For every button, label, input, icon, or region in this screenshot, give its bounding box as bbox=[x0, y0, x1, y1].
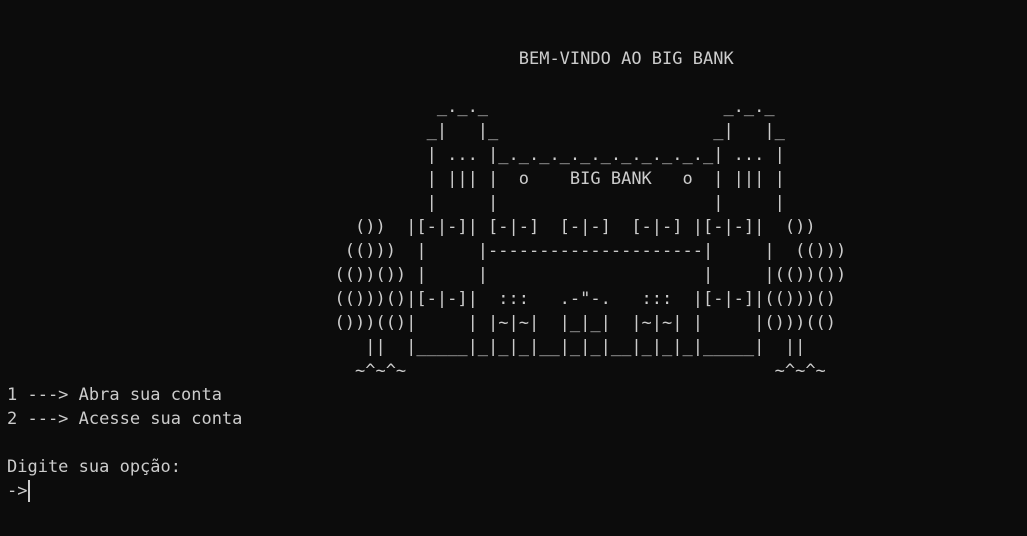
bank-art-line: ()))(()| | |~|~| |_|_| |~|~| | |()))(() bbox=[7, 313, 837, 333]
bank-art-line: _| |_ _| |_ bbox=[7, 121, 785, 141]
prompt-label: Digite sua opção: bbox=[7, 457, 181, 477]
menu-option-open-account: 1 ---> Abra sua conta bbox=[7, 385, 222, 405]
bank-art-line: (())) | |---------------------| | (())) bbox=[7, 241, 847, 261]
bank-art-line: | ... |_._._._._._._._._._._| ... | bbox=[7, 145, 785, 165]
bank-art-line: || |_____|_|_|_|__|_|_|__|_|_|_|_____| |… bbox=[7, 337, 806, 357]
bank-art-line: ~^~^~ ~^~^~ bbox=[7, 361, 826, 381]
welcome-title: BEM-VINDO AO BIG BANK bbox=[7, 49, 734, 69]
bank-art-line: (())()) | | | |(())()) bbox=[7, 265, 847, 285]
bank-art-line: ()) |[-|-]| [-|-] [-|-] [-|-] |[-|-]| ()… bbox=[7, 217, 816, 237]
input-line[interactable]: -> bbox=[7, 479, 31, 503]
menu-option-access-account: 2 ---> Acesse sua conta bbox=[7, 409, 243, 429]
terminal-window[interactable]: BEM-VINDO AO BIG BANK _._._ _._._ _| |_ … bbox=[0, 0, 1027, 536]
bank-art-line: | ||| | o BIG BANK o | ||| | bbox=[7, 169, 785, 189]
text-cursor bbox=[28, 480, 31, 502]
bank-art-line: (()))()|[-|-]| ::: .-"-. ::: |[-|-]|(())… bbox=[7, 289, 837, 309]
input-prefix: -> bbox=[7, 481, 28, 501]
bank-art-line: _._._ _._._ bbox=[7, 97, 775, 117]
bank-art-line: | | | | bbox=[7, 193, 785, 213]
